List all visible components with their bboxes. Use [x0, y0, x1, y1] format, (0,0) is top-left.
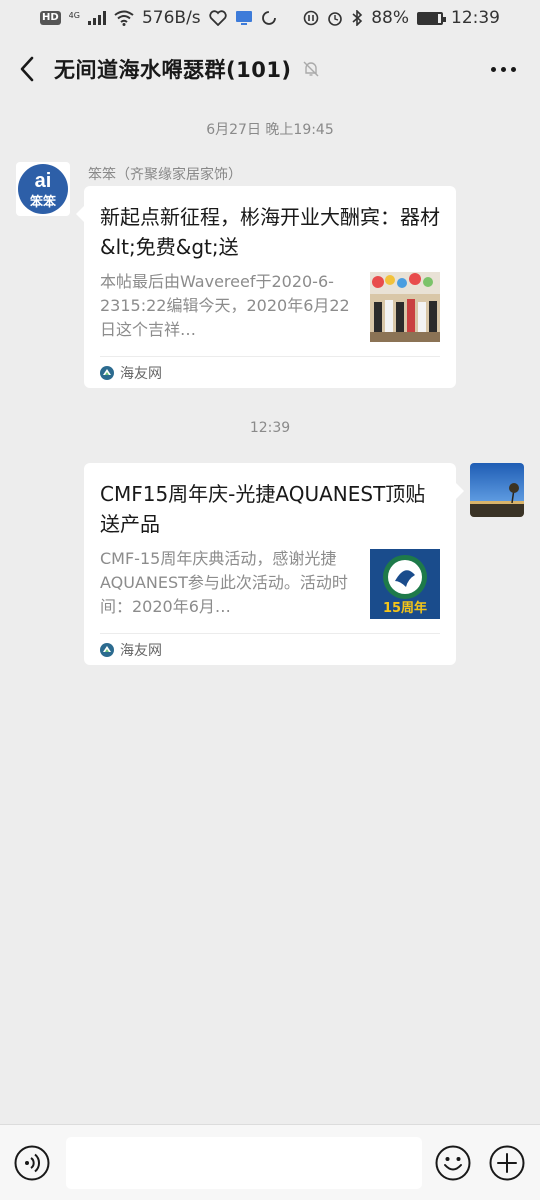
bluetooth-icon — [352, 10, 363, 26]
anniversary-logo: 15周年 — [370, 549, 440, 619]
source-logo-icon — [100, 365, 114, 380]
screen-icon — [235, 11, 252, 25]
more-icon-dot — [490, 66, 496, 72]
avatar-image: ai 笨笨 — [16, 162, 70, 216]
plus-icon[interactable] — [489, 1145, 525, 1181]
title-bar: 无间道海水嘚瑟群(101) — [0, 36, 540, 102]
more-icon-dot — [510, 66, 516, 72]
chat-title: 无间道海水嘚瑟群(101) — [54, 58, 292, 82]
source-logo-icon — [100, 642, 114, 657]
message-timestamp: 12:39 — [249, 420, 291, 436]
card-thumbnail: 15周年 — [370, 549, 440, 619]
avatar-image — [470, 463, 524, 517]
sender-name: 笨笨（齐聚缘家居家饰） — [88, 167, 242, 183]
emoji-icon[interactable] — [435, 1145, 471, 1181]
status-left: HD 4G 576B/s — [40, 8, 277, 28]
input-bar — [0, 1124, 540, 1200]
sender-avatar[interactable]: ai 笨笨 — [16, 162, 70, 216]
card-description: CMF-15周年庆典活动，感谢光捷AQUANEST参与此次活动。活动时间：202… — [100, 549, 348, 616]
chevron-left-icon — [20, 56, 34, 82]
thumb-text: 15周年 — [383, 600, 427, 616]
network-type: 4G — [68, 11, 80, 20]
voice-icon[interactable] — [14, 1145, 50, 1181]
photo-thumbnail — [370, 272, 440, 342]
card-thumbnail — [370, 272, 440, 342]
battery-fill — [419, 13, 439, 23]
source-name: 海友网 — [120, 642, 162, 659]
battery-icon — [417, 11, 446, 25]
back-button[interactable] — [0, 36, 54, 102]
message-input[interactable] — [66, 1137, 422, 1189]
hd-badge: HD — [40, 11, 61, 25]
avatar-text: ai — [35, 170, 52, 192]
card-footer: 海友网 — [100, 633, 440, 665]
card-footer: 海友网 — [100, 356, 440, 388]
more-button[interactable] — [486, 54, 520, 84]
more-icon-dot — [500, 66, 506, 72]
network-speed: 576B/s — [141, 8, 201, 28]
card-title: 新起点新征程，彬海开业大酬宾：器材&lt;免费&gt;送 — [100, 205, 440, 259]
status-right: 88% 12:39 — [303, 8, 500, 28]
card-body: 本帖最后由Wavereef于2020-6-2315:22编辑今天，2020年6月… — [100, 270, 440, 342]
loading-icon — [261, 11, 276, 25]
message-timestamp: 6月27日 晚上19:45 — [206, 122, 334, 138]
alarm-icon — [328, 12, 343, 26]
link-card[interactable]: 新起点新征程，彬海开业大酬宾：器材&lt;免费&gt;送 本帖最后由Wavere… — [76, 186, 456, 388]
card-body: CMF-15周年庆典活动，感谢光捷AQUANEST参与此次活动。活动时间：202… — [100, 547, 440, 619]
wifi-icon — [114, 10, 134, 26]
status-bar: HD 4G 576B/s 88% 12:39 — [0, 0, 540, 36]
link-card[interactable]: CMF15周年庆-光捷AQUANEST顶贴送产品 CMF-15周年庆典活动，感谢… — [84, 463, 464, 665]
nfc-icon — [303, 10, 319, 26]
card-description: 本帖最后由Wavereef于2020-6-2315:22编辑今天，2020年6月… — [100, 272, 350, 339]
battery-percent: 88% — [371, 8, 409, 28]
signal-icon — [87, 11, 106, 25]
heartbeat-icon — [209, 10, 227, 26]
bell-off-icon — [303, 61, 319, 77]
self-avatar[interactable] — [470, 463, 524, 517]
avatar-subtext: 笨笨 — [30, 194, 57, 210]
card-title: CMF15周年庆-光捷AQUANEST顶贴送产品 — [100, 482, 426, 536]
clock: 12:39 — [451, 8, 500, 28]
source-name: 海友网 — [120, 365, 162, 382]
